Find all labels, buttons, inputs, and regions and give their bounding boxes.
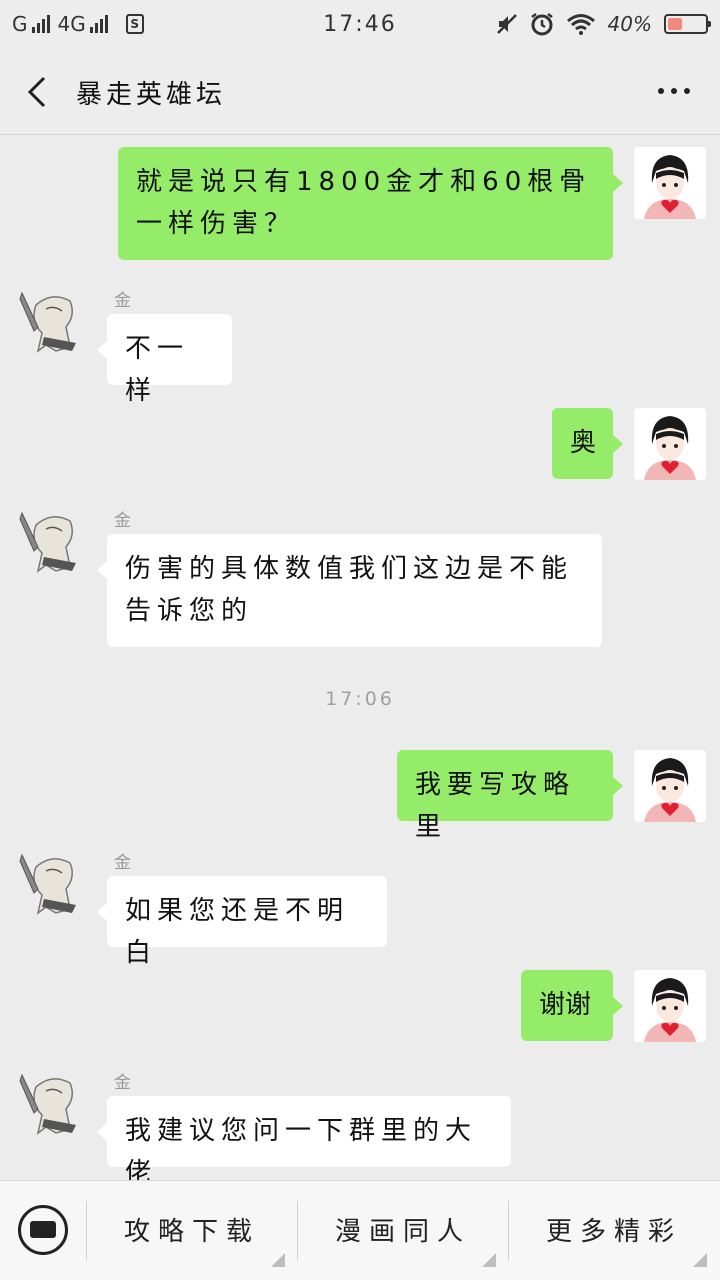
lion-king-avatar-icon <box>19 511 76 573</box>
lion-king-avatar-icon <box>19 291 76 353</box>
message-bubble[interactable]: 奥 <box>552 408 623 479</box>
user-avatar-icon <box>634 408 706 480</box>
dot-icon <box>684 88 690 94</box>
more-options-button[interactable] <box>658 88 690 94</box>
user-avatar-icon <box>634 970 706 1042</box>
message-bubble[interactable]: 谢谢 <box>521 970 623 1041</box>
menu-item-guide-download[interactable]: 攻略下载 <box>87 1203 297 1261</box>
keyboard-toggle-button[interactable] <box>18 1205 68 1255</box>
dot-icon <box>671 88 677 94</box>
message-bubble[interactable]: 就是说只有1800金才和60根骨一样伤害？ <box>118 147 623 260</box>
message-bubble[interactable]: 我要写攻略里 <box>397 750 623 842</box>
self-avatar[interactable] <box>634 750 706 822</box>
message-bubble[interactable]: 不一样 <box>97 314 232 406</box>
self-avatar[interactable] <box>634 970 706 1042</box>
mute-icon <box>496 14 517 34</box>
submenu-indicator-icon <box>693 1253 707 1267</box>
sender-avatar[interactable] <box>16 849 88 921</box>
lion-king-avatar-icon <box>19 853 76 915</box>
keyboard-icon <box>30 1221 56 1238</box>
battery-percent: 40% <box>607 12 652 36</box>
bottom-menu-bar: 攻略下载 漫画同人 更多精彩 <box>0 1180 720 1280</box>
dot-icon <box>658 88 664 94</box>
lion-king-avatar-icon <box>19 1073 76 1135</box>
status-right: 40% <box>496 12 711 36</box>
sender-avatar[interactable] <box>16 507 88 579</box>
status-bar: G 4G S 17:46 40% <box>0 0 720 50</box>
sender-avatar[interactable] <box>16 287 88 359</box>
submenu-indicator-icon <box>271 1253 285 1267</box>
chevron-left-icon <box>27 76 46 108</box>
alarm-icon <box>530 13 553 36</box>
self-avatar[interactable] <box>634 147 706 219</box>
battery-icon <box>664 14 711 34</box>
sender-avatar[interactable] <box>16 1069 88 1141</box>
back-button[interactable] <box>18 72 58 112</box>
message-bubble[interactable]: 伤害的具体数值我们这边是不能告诉您的 <box>97 534 602 647</box>
menu-item-more[interactable]: 更多精彩 <box>509 1203 719 1261</box>
message-bubble[interactable]: 我建议您问一下群里的大佬 <box>97 1096 511 1188</box>
timestamp-divider: 17:06 <box>325 688 395 710</box>
chat-header: 暴走英雄坛 <box>0 50 720 135</box>
message-bubble[interactable]: 如果您还是不明白 <box>97 876 387 968</box>
self-avatar[interactable] <box>634 408 706 480</box>
submenu-indicator-icon <box>482 1253 496 1267</box>
chat-screen: G 4G S 17:46 40% 暴走英雄坛 就是说只有1800金才和60根骨一… <box>0 0 720 1280</box>
wifi-icon <box>566 14 595 35</box>
menu-item-comics-fanart[interactable]: 漫画同人 <box>298 1203 508 1261</box>
user-avatar-icon <box>634 750 706 822</box>
user-avatar-icon <box>634 147 706 219</box>
chat-title: 暴走英雄坛 <box>76 80 227 110</box>
battery-fill <box>668 18 682 30</box>
